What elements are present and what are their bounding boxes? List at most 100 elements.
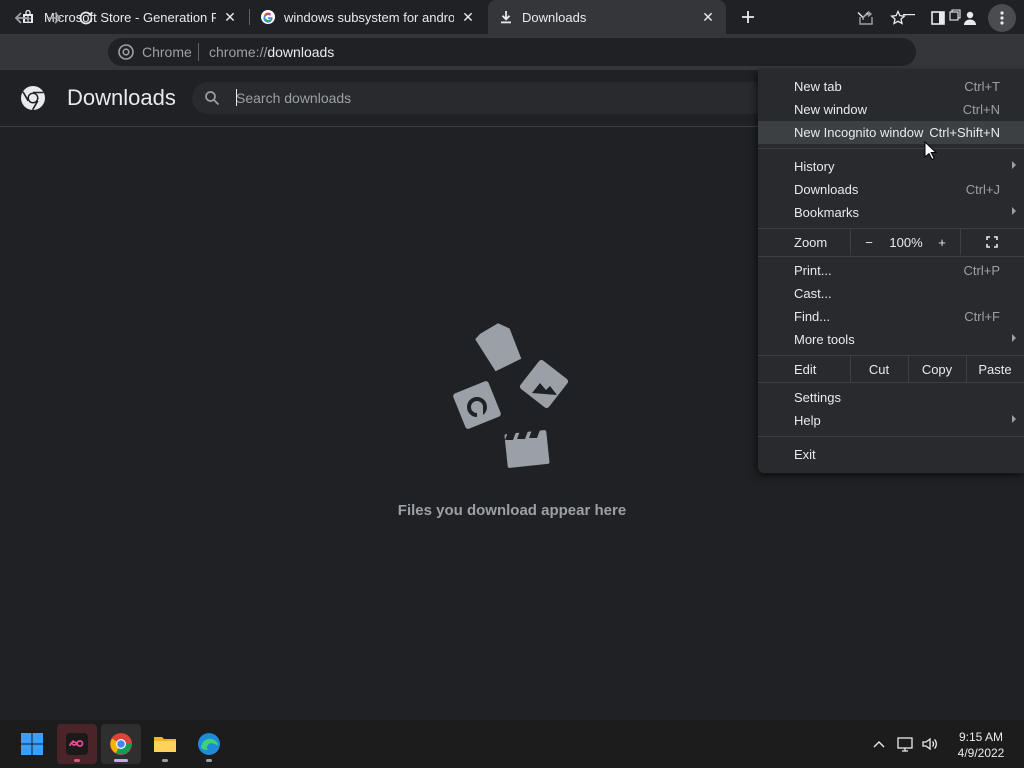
menu-item-label: Downloads bbox=[794, 182, 859, 197]
chevron-up-icon bbox=[873, 741, 885, 748]
menu-item-settings[interactable]: Settings bbox=[758, 386, 1024, 409]
windows-logo-icon bbox=[21, 733, 43, 755]
image-icon bbox=[519, 359, 569, 409]
taskbar-app-chrome[interactable] bbox=[101, 724, 141, 764]
download-icon bbox=[498, 9, 514, 25]
empty-state-message: Files you download appear here bbox=[397, 502, 627, 519]
menu-item-downloads[interactable]: Downloads Ctrl+J bbox=[758, 178, 1024, 201]
menu-item-shortcut: Ctrl+T bbox=[964, 79, 1000, 94]
tab-google-search[interactable]: windows subsystem for android ✕ bbox=[250, 0, 486, 34]
google-icon bbox=[260, 9, 276, 25]
edge-icon bbox=[198, 733, 220, 755]
menu-item-label: New window bbox=[794, 102, 867, 117]
forward-arrow-icon bbox=[47, 12, 62, 24]
search-downloads-input[interactable] bbox=[236, 87, 736, 109]
mouse-pointer-icon bbox=[924, 140, 938, 161]
share-icon bbox=[859, 10, 873, 25]
document-icon bbox=[475, 323, 522, 372]
forward-button[interactable] bbox=[40, 4, 68, 32]
bookmark-star-button[interactable] bbox=[884, 4, 912, 32]
creative-cloud-icon bbox=[66, 733, 88, 755]
menu-divider bbox=[758, 148, 1024, 149]
taskbar-app-creative-cloud[interactable] bbox=[57, 724, 97, 764]
url-scheme: chrome:// bbox=[209, 44, 268, 60]
menu-item-more-tools[interactable]: More tools bbox=[758, 328, 1024, 351]
menu-zoom-row: Zoom − 100% + bbox=[758, 229, 1024, 255]
menu-item-new-incognito-window[interactable]: New Incognito window Ctrl+Shift+N bbox=[758, 121, 1024, 144]
zoom-label: Zoom bbox=[794, 235, 828, 250]
new-tab-button[interactable] bbox=[736, 5, 760, 29]
cut-button[interactable]: Cut bbox=[850, 356, 908, 382]
running-indicator bbox=[74, 759, 80, 762]
menu-item-new-tab[interactable]: New tab Ctrl+T bbox=[758, 75, 1024, 98]
video-clapper-icon bbox=[504, 430, 550, 468]
menu-item-label: New tab bbox=[794, 79, 842, 94]
fullscreen-button[interactable] bbox=[960, 229, 1024, 255]
speaker-icon bbox=[922, 737, 937, 751]
menu-divider bbox=[758, 382, 1024, 383]
edit-label: Edit bbox=[794, 362, 817, 377]
taskbar-app-file-explorer[interactable] bbox=[145, 724, 185, 764]
tab-title: windows subsystem for android bbox=[284, 9, 454, 25]
zoom-in-button[interactable]: + bbox=[924, 229, 960, 255]
menu-item-cast[interactable]: Cast... bbox=[758, 282, 1024, 305]
chrome-chip-icon bbox=[118, 44, 134, 60]
profile-button[interactable] bbox=[956, 4, 984, 32]
menu-item-label: More tools bbox=[794, 332, 855, 347]
menu-item-label: Bookmarks bbox=[794, 205, 860, 220]
menu-item-label: History bbox=[794, 159, 835, 174]
clock-time: 9:15 AM bbox=[958, 730, 1004, 744]
menu-item-label: Settings bbox=[794, 390, 841, 405]
tab-downloads[interactable]: Downloads ✕ bbox=[488, 0, 726, 34]
reload-button[interactable] bbox=[72, 4, 100, 32]
menu-item-history[interactable]: History bbox=[758, 155, 1024, 178]
menu-item-bookmarks[interactable]: Bookmarks bbox=[758, 201, 1024, 224]
back-button[interactable] bbox=[8, 4, 36, 32]
volume-button[interactable] bbox=[920, 734, 940, 754]
copy-button[interactable]: Copy bbox=[908, 356, 966, 382]
menu-item-label: Help bbox=[794, 413, 821, 428]
close-icon[interactable]: ✕ bbox=[700, 9, 716, 25]
chrome-menu-button[interactable] bbox=[988, 4, 1016, 32]
search-icon[interactable] bbox=[204, 90, 220, 106]
url-host: downloads bbox=[267, 44, 335, 60]
text-cursor bbox=[236, 89, 237, 106]
folder-icon bbox=[154, 737, 176, 752]
start-button[interactable] bbox=[12, 724, 52, 764]
menu-item-help[interactable]: Help bbox=[758, 409, 1024, 432]
share-button[interactable] bbox=[852, 4, 880, 32]
submenu-arrow-icon bbox=[1012, 207, 1016, 215]
network-button[interactable] bbox=[896, 734, 916, 754]
submenu-arrow-icon bbox=[1012, 161, 1016, 169]
kebab-menu-icon bbox=[1000, 11, 1004, 25]
clock-date: 4/9/2022 bbox=[957, 746, 1005, 760]
reload-icon bbox=[79, 11, 93, 25]
close-icon[interactable]: ✕ bbox=[222, 9, 238, 25]
menu-divider bbox=[758, 256, 1024, 257]
zoom-out-button[interactable]: − bbox=[850, 229, 888, 255]
side-panel-button[interactable] bbox=[924, 4, 952, 32]
menu-divider bbox=[758, 436, 1024, 437]
page-title: Downloads bbox=[67, 85, 176, 110]
taskbar-clock[interactable]: 9:15 AM 4/9/2022 bbox=[944, 729, 1018, 761]
menu-item-shortcut: Ctrl+J bbox=[965, 182, 1000, 197]
show-hidden-icons-button[interactable] bbox=[870, 734, 888, 754]
chrome-icon bbox=[110, 733, 132, 755]
close-icon[interactable]: ✕ bbox=[460, 9, 476, 25]
menu-item-shortcut: Ctrl+P bbox=[963, 263, 1000, 278]
menu-item-label: Cast... bbox=[794, 286, 832, 301]
omnibox-url[interactable]: chrome://downloads bbox=[209, 44, 334, 60]
paste-button[interactable]: Paste bbox=[966, 356, 1024, 382]
menu-item-label: Find... bbox=[794, 309, 831, 324]
audio-file-icon bbox=[453, 381, 501, 429]
person-icon bbox=[964, 11, 976, 25]
menu-item-print[interactable]: Print... Ctrl+P bbox=[758, 259, 1024, 282]
menu-item-find[interactable]: Find... Ctrl+F bbox=[758, 305, 1024, 328]
back-arrow-icon bbox=[14, 12, 29, 24]
omnibox-chip-label: Chrome bbox=[142, 44, 192, 60]
taskbar-app-edge[interactable] bbox=[189, 724, 229, 764]
menu-item-new-window[interactable]: New window Ctrl+N bbox=[758, 98, 1024, 121]
empty-state-illustration bbox=[446, 320, 578, 470]
omnibox-divider bbox=[198, 43, 199, 61]
menu-item-exit[interactable]: Exit bbox=[758, 443, 1024, 466]
